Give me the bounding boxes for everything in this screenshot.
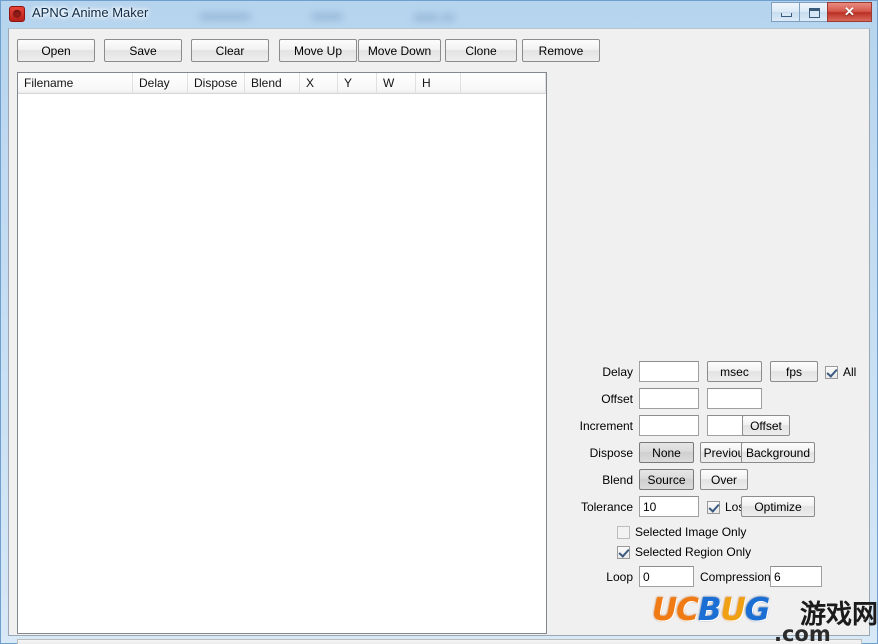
properties-panel: Delay msec fps All Offset Increment Offs…: [555, 361, 856, 593]
clone-button[interactable]: Clone: [445, 39, 517, 62]
selected-region-only-label: Selected Region Only: [635, 545, 752, 559]
dispose-label: Dispose: [589, 446, 633, 460]
close-icon: ✕: [844, 4, 855, 19]
move-down-button[interactable]: Move Down: [358, 39, 441, 62]
selected-image-only-label: Selected Image Only: [635, 525, 747, 539]
blend-row: Blend Source Over: [555, 469, 855, 491]
msec-button[interactable]: msec: [707, 361, 762, 382]
lossy-checkbox-box: [707, 500, 720, 514]
maximize-button[interactable]: [799, 2, 828, 22]
selected-image-only-row: Selected Image Only: [555, 523, 855, 541]
list-column-header[interactable]: Delay: [133, 73, 188, 93]
tolerance-row: Tolerance Lossy Optimize: [555, 496, 855, 518]
dispose-background-button[interactable]: Background: [741, 442, 815, 463]
all-checkbox-label: All: [843, 365, 857, 379]
offset-label: Offset: [601, 392, 633, 406]
list-body[interactable]: [18, 94, 546, 633]
application-window: APNG Anime Maker ✕ Open Save Clear Move Up M…: [0, 0, 878, 644]
list-column-header[interactable]: Y: [338, 73, 377, 93]
close-button[interactable]: ✕: [827, 2, 872, 22]
maximize-icon: [809, 8, 820, 18]
tolerance-label: Tolerance: [580, 500, 633, 514]
offset-row: Offset: [555, 388, 855, 410]
list-column-header[interactable]: H: [416, 73, 461, 93]
delay-label: Delay: [602, 365, 633, 379]
app-screenshot: APNG Anime Maker ✕ Open Save Clear Move Up M…: [0, 0, 878, 644]
clear-button[interactable]: Clear: [191, 39, 269, 62]
list-column-header[interactable]: Blend: [245, 73, 300, 93]
delay-input[interactable]: [639, 361, 699, 382]
list-column-header[interactable]: [461, 73, 546, 93]
optimize-button[interactable]: Optimize: [741, 496, 815, 517]
list-column-header[interactable]: X: [300, 73, 338, 93]
window-controls: ✕: [771, 2, 872, 22]
blend-over-button[interactable]: Over: [700, 469, 748, 490]
blend-source-button[interactable]: Source: [639, 469, 694, 490]
app-icon: [9, 6, 25, 22]
fps-button[interactable]: fps: [770, 361, 818, 382]
title-bar[interactable]: APNG Anime Maker ✕: [1, 1, 877, 28]
increment-label: Increment: [579, 419, 633, 433]
loop-compression-row: Loop Compression Level: [555, 566, 855, 588]
selected-image-only-checkbox[interactable]: Selected Image Only: [617, 525, 746, 539]
dispose-row: Dispose None Previous Background: [555, 442, 855, 464]
selected-region-only-checkbox[interactable]: Selected Region Only: [617, 545, 751, 559]
client-area: Open Save Clear Move Up Move Down Clone Remove…: [8, 28, 870, 644]
list-header-row: Filename Delay Dispose Blend X Y W H: [18, 73, 546, 94]
delay-row: Delay msec fps All: [555, 361, 856, 383]
list-column-header[interactable]: Dispose: [188, 73, 245, 93]
open-button[interactable]: Open: [17, 39, 95, 62]
save-button[interactable]: Save: [104, 39, 182, 62]
frame-list-view[interactable]: Filename Delay Dispose Blend X Y W H: [17, 72, 547, 634]
remove-button[interactable]: Remove: [522, 39, 600, 62]
dispose-none-button[interactable]: None: [639, 442, 694, 463]
compression-level-input[interactable]: [770, 566, 822, 587]
blend-label: Blend: [602, 473, 633, 487]
loop-input[interactable]: [639, 566, 694, 587]
selected-region-only-row: Selected Region Only: [555, 543, 855, 561]
offset-x-input[interactable]: [639, 388, 699, 409]
selected-region-only-checkbox-box: [617, 545, 630, 559]
increment-row: Increment Offset: [555, 415, 855, 437]
tolerance-input[interactable]: [639, 496, 699, 517]
offset-apply-button[interactable]: Offset: [742, 415, 790, 436]
status-progress-bar: [17, 639, 862, 644]
all-checkbox-box: [825, 365, 838, 379]
all-checkbox[interactable]: All: [825, 365, 856, 379]
list-column-header[interactable]: W: [377, 73, 416, 93]
minimize-button[interactable]: [771, 2, 800, 22]
increment-x-input[interactable]: [639, 415, 699, 436]
move-up-button[interactable]: Move Up: [279, 39, 357, 62]
selected-image-only-checkbox-box: [617, 525, 630, 539]
loop-label: Loop: [606, 570, 633, 584]
offset-y-input[interactable]: [707, 388, 762, 409]
list-column-header[interactable]: Filename: [18, 73, 133, 93]
window-title: APNG Anime Maker: [32, 5, 149, 20]
minimize-icon: [781, 13, 792, 17]
